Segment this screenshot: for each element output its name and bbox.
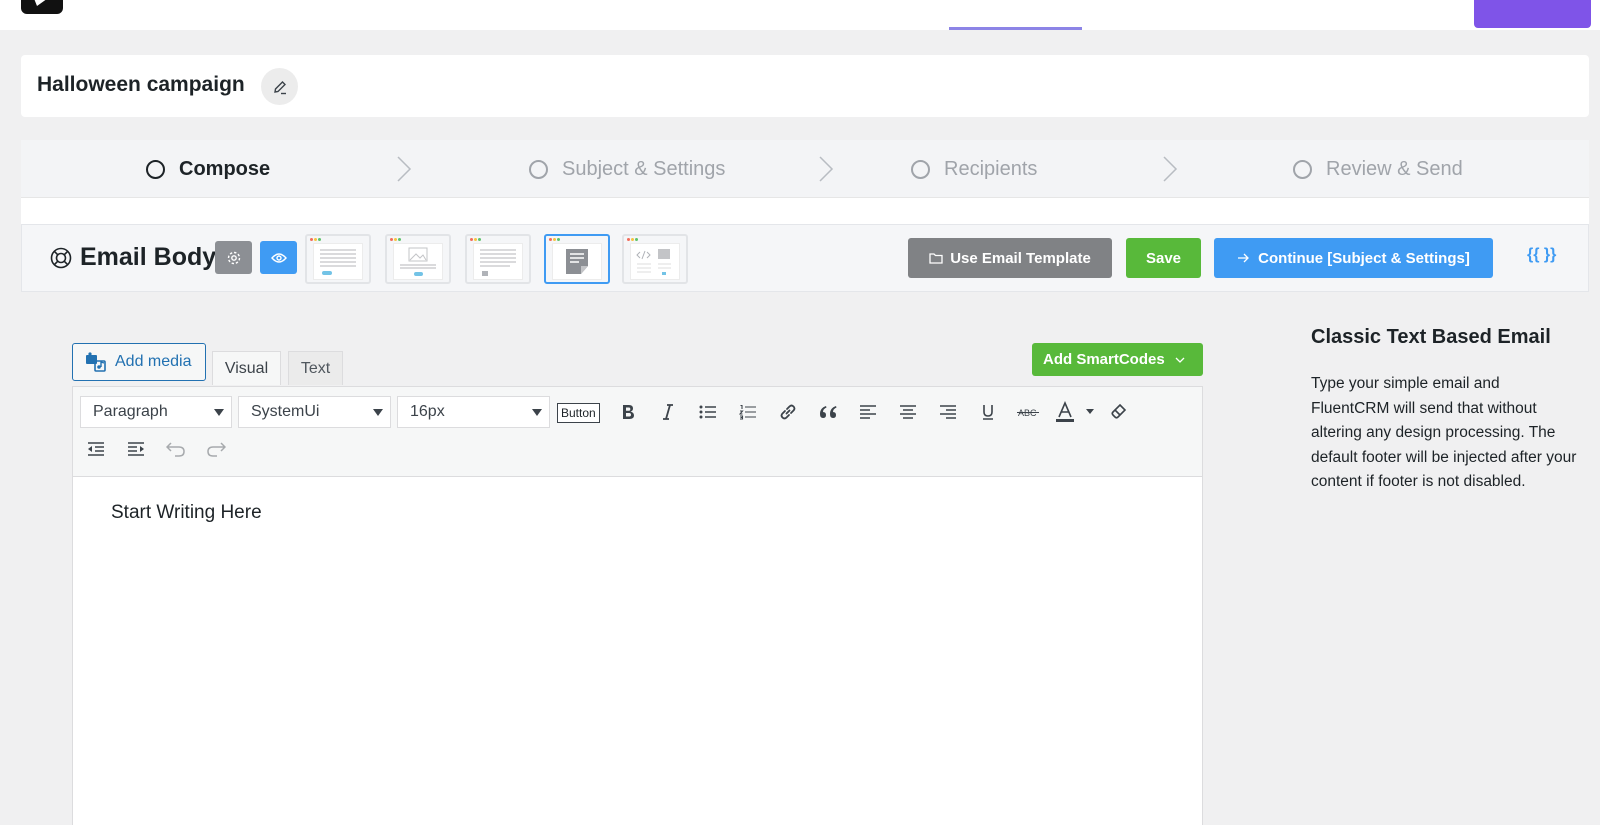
step-label: Review & Send [1326, 158, 1463, 180]
font-size-select[interactable]: 16px [397, 396, 550, 428]
editor-placeholder: Start Writing Here [111, 502, 262, 523]
font-size-value: 16px [410, 403, 445, 420]
email-body-title: Email Body [80, 243, 217, 271]
step-label: Recipients [944, 158, 1038, 180]
step-label: Subject & Settings [562, 158, 726, 180]
step-circle-icon [146, 160, 165, 179]
arrow-right-icon [1238, 253, 1250, 263]
campaign-title-card: Halloween campaign [21, 55, 1589, 117]
step-subject-settings[interactable]: Subject & Settings [529, 158, 725, 181]
numbered-list-icon[interactable] [734, 398, 762, 426]
add-media-button[interactable]: Add media [72, 343, 206, 381]
editor-toolbar: Paragraph SystemUi 16px Button ABC [72, 386, 1203, 477]
bold-icon[interactable] [614, 398, 642, 426]
eye-icon [270, 252, 287, 263]
campaign-steps: Compose Subject & Settings Recipients Re… [21, 140, 1589, 198]
lifebuoy-icon [50, 247, 72, 269]
blockquote-icon[interactable] [814, 398, 842, 426]
use-email-template-button[interactable]: Use Email Template [908, 238, 1112, 278]
chevron-right-icon [819, 156, 834, 182]
template-simple[interactable] [305, 234, 371, 284]
undo-icon[interactable] [162, 435, 190, 463]
add-media-label: Add media [115, 353, 192, 370]
template-info-description: Type your simple email and FluentCRM wil… [1311, 375, 1577, 490]
tab-text[interactable]: Text [288, 351, 343, 385]
step-review-send[interactable]: Review & Send [1293, 158, 1463, 181]
steps-spacer [21, 198, 1589, 224]
align-center-icon[interactable] [894, 398, 922, 426]
email-editor-content[interactable]: Start Writing Here [72, 477, 1203, 825]
note-icon [566, 249, 588, 274]
template-plain[interactable] [385, 234, 451, 284]
step-circle-icon [1293, 160, 1312, 179]
align-left-icon[interactable] [854, 398, 882, 426]
font-family-select[interactable]: SystemUi [238, 396, 391, 428]
underline-icon[interactable] [974, 398, 1002, 426]
email-body-header: Email Body Use Email Template Save Conti… [21, 224, 1589, 292]
align-right-icon[interactable] [934, 398, 962, 426]
chevron-right-icon [397, 156, 412, 182]
preview-button[interactable] [260, 241, 297, 274]
design-settings-button[interactable] [215, 241, 252, 274]
format-select[interactable]: Paragraph [80, 396, 232, 428]
step-circle-icon [911, 160, 930, 179]
text-color-icon[interactable] [1054, 398, 1098, 426]
template-visual-builder[interactable] [622, 234, 688, 284]
media-icon [86, 352, 106, 372]
chevron-right-icon [1163, 156, 1178, 182]
top-bar [0, 0, 1600, 30]
outdent-icon[interactable] [82, 435, 110, 463]
chevron-down-icon [1175, 357, 1185, 363]
step-label: Compose [179, 158, 271, 180]
bullet-list-icon[interactable] [694, 398, 722, 426]
continue-label: Continue [Subject & Settings] [1258, 249, 1470, 267]
tab-visual[interactable]: Visual [212, 351, 281, 385]
link-icon[interactable] [774, 398, 802, 426]
clear-formatting-icon[interactable] [1104, 398, 1132, 426]
indent-icon[interactable] [122, 435, 150, 463]
use-email-template-label: Use Email Template [950, 249, 1091, 267]
top-action-button[interactable] [1474, 0, 1591, 28]
continue-button[interactable]: Continue [Subject & Settings] [1214, 238, 1493, 278]
italic-icon[interactable] [654, 398, 682, 426]
app-logo[interactable] [21, 0, 63, 14]
top-nav-active-tab[interactable] [949, 0, 1082, 30]
gear-icon [227, 251, 240, 264]
step-compose[interactable]: Compose [146, 158, 270, 181]
template-info-title: Classic Text Based Email [1311, 326, 1551, 348]
step-circle-icon [529, 160, 548, 179]
folder-icon [929, 253, 943, 264]
template-raw[interactable] [465, 234, 531, 284]
pencil-icon [273, 80, 286, 94]
redo-icon[interactable] [202, 435, 230, 463]
font-family-value: SystemUi [251, 403, 320, 420]
format-select-value: Paragraph [93, 403, 168, 420]
edit-title-button[interactable] [261, 68, 298, 105]
add-smartcodes-button[interactable]: Add SmartCodes [1032, 343, 1203, 376]
save-button[interactable]: Save [1126, 238, 1201, 278]
save-label: Save [1145, 249, 1182, 267]
campaign-title: Halloween campaign [37, 73, 245, 96]
step-recipients[interactable]: Recipients [911, 158, 1037, 181]
template-classic-text[interactable] [544, 234, 610, 284]
strikethrough-icon[interactable]: ABC [1014, 398, 1042, 426]
smartcode-braces-button[interactable]: {{ }} [1527, 246, 1556, 264]
insert-button-tool[interactable]: Button [557, 403, 600, 423]
add-smartcodes-label: Add SmartCodes [1043, 351, 1165, 368]
